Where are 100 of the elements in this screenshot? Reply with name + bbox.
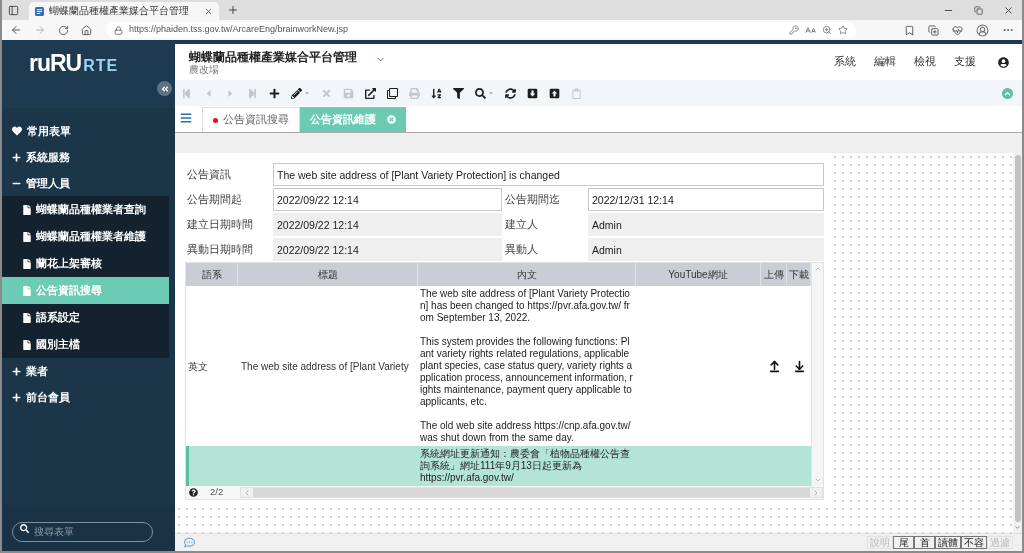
horizontal-scrollbar[interactable] (240, 487, 823, 498)
submenu-item[interactable]: 蘭花上架審核 (2, 250, 169, 277)
scroll-down-icon[interactable] (1014, 524, 1021, 531)
field-label: 建立日期時間 (186, 216, 254, 232)
page-favicon-icon (35, 6, 44, 16)
scrollbar-thumb[interactable] (253, 488, 810, 497)
app-title: 蝴蝶蘭品種權產業媒合平台管理 (189, 49, 357, 64)
document-tab[interactable]: 公告資訊搜尋 (202, 107, 300, 132)
upload-arrow-icon[interactable] (767, 359, 781, 373)
submenu-item[interactable]: 語系設定 (2, 304, 169, 331)
address-field[interactable]: https://phaiden.tss.gov.tw/ArcareEng/brainworkNew.jsp (106, 22, 856, 38)
sidebar-menu-item[interactable]: 常用表單 (2, 118, 169, 144)
heart-pulse-icon[interactable] (952, 24, 963, 36)
page-scrollbar[interactable] (1013, 153, 1022, 533)
content-cell-text: 系統網址更新通知：農委會「植物品種權公告查詢系統」網址111年9月13日起更新為 https://pvr.afa.gov.tw/ (420, 448, 631, 484)
cross-icon (320, 87, 332, 99)
zoom-in-icon[interactable] (822, 25, 832, 35)
restore-icon[interactable] (974, 6, 983, 15)
text-size-icon[interactable] (805, 24, 816, 36)
collapse-sidebar-button[interactable] (157, 81, 172, 96)
submenu-item[interactable]: 蝴蝶蘭品種權業者查詢 (2, 196, 169, 223)
text-field[interactable]: 2022/09/22 12:14 (273, 238, 502, 261)
menu-item[interactable]: 檢視 (914, 54, 936, 70)
content-cell: The web site address of [Plant Variety Protection] has been changed to https://pvr.afa.gov.tw/ from September 13, 2022. This system provides the following functions: Plant variety rights related regulations, applicable plant species, case status query, variety rights application process, announcement information, rights maintenance, payment query applicable to applicants, etc. The old web site address https://cnp.afa.gov.tw/ was shut down from the same day. (420, 288, 634, 444)
sidebar-menu-item[interactable]: 前台會員 (2, 384, 169, 410)
search-icon (474, 87, 486, 99)
table-row[interactable]: 系統網址更新通知：農委會「植物品種權公告查詢系統」網址111年9月13日起更新為 https://pvr.afa.gov.tw/ (186, 446, 811, 486)
browser-tab-title: 蝴蝶蘭品種權產業媒合平台管理 (49, 6, 189, 16)
star-icon[interactable] (838, 25, 848, 35)
document-icon (23, 285, 31, 296)
sidebar-menu-item[interactable]: 系統服務 (2, 144, 169, 170)
status-button[interactable]: 不容 (961, 536, 987, 549)
text-field[interactable]: 2022/09/22 12:14 (273, 213, 502, 236)
bookmark-icon[interactable] (904, 24, 915, 36)
field-label: 公告期間起 (186, 191, 243, 207)
heart-icon (12, 126, 22, 136)
scrollbar-thumb[interactable] (1014, 155, 1021, 522)
key-icon[interactable] (789, 25, 799, 35)
menu-icon[interactable] (180, 112, 192, 124)
text-field[interactable]: Admin (588, 238, 824, 261)
menu-item[interactable]: 系統 (834, 54, 856, 70)
status-button[interactable]: 讀體 (935, 536, 961, 549)
logo-suffix-text: RTE (83, 58, 119, 74)
status-button[interactable]: 尾 (893, 536, 914, 549)
caret-down-icon (487, 90, 494, 96)
chat-bubble-icon[interactable] (184, 537, 195, 548)
browser-tab[interactable]: 蝴蝶蘭品種權產業媒合平台管理 (29, 2, 219, 20)
menu-item[interactable]: 支援 (954, 54, 976, 70)
document-icon (23, 339, 31, 350)
field-label: 異動人 (504, 241, 539, 257)
user-account-icon[interactable] (998, 56, 1009, 68)
copy-icon (386, 87, 398, 99)
submenu-item[interactable]: 蝴蝶蘭品種權業者維護 (2, 223, 169, 250)
text-field[interactable]: 2022/12/31 12:14 (588, 188, 824, 211)
help-icon[interactable] (189, 488, 198, 497)
refresh-icon[interactable] (58, 24, 69, 36)
plus-icon (268, 87, 280, 99)
field-label: 公告期間迄 (504, 191, 561, 207)
copy-plus-icon[interactable] (928, 24, 939, 36)
square-arrow-up-icon (548, 87, 560, 99)
external-link-icon (364, 87, 376, 99)
document-icon (23, 258, 31, 269)
printer-icon (408, 87, 420, 99)
chevron-up-circle-icon[interactable] (1002, 87, 1013, 99)
document-icon (23, 231, 31, 242)
text-field[interactable]: 2022/09/22 12:14 (273, 188, 502, 211)
home-icon[interactable] (81, 24, 92, 36)
sidebar-menu-item[interactable]: 管理人員 (2, 170, 169, 196)
close-icon[interactable] (204, 6, 213, 16)
document-icon (23, 312, 31, 323)
user-avatar-icon[interactable] (976, 23, 989, 37)
skip-to-end-icon (246, 87, 258, 99)
document-icon (23, 204, 31, 215)
pager-text: 2/2 (210, 485, 225, 500)
refresh-icon (504, 87, 516, 99)
square-arrow-down-icon (526, 87, 538, 99)
status-button[interactable]: 首 (914, 536, 935, 549)
status-dot-icon (213, 117, 218, 123)
panel-layout-icon[interactable] (8, 5, 19, 16)
download-arrow-icon[interactable] (792, 359, 806, 373)
filter-icon (452, 87, 464, 99)
language-cell-text: 英文 (188, 359, 208, 374)
field-label: 異動日期時間 (186, 241, 254, 257)
text-field[interactable]: Admin (588, 213, 824, 236)
plus-icon[interactable] (227, 4, 239, 16)
field-label: 建立人 (504, 216, 539, 232)
search-field[interactable]: 搜尋表單 (12, 521, 153, 542)
submenu-item[interactable]: 國別主檔 (2, 331, 169, 358)
text-field[interactable]: The web site address of [Plant Variety Protection] is changed (273, 163, 824, 186)
sort-alpha-icon (430, 87, 442, 99)
skip-to-start-icon (180, 87, 192, 99)
logo-text: ruRU (29, 52, 82, 75)
sidebar-menu-item[interactable]: 業者 (2, 358, 169, 384)
clipboard-icon (570, 87, 582, 99)
field-label: 公告資訊 (186, 166, 232, 182)
back-arrow-icon[interactable] (10, 24, 22, 36)
close-icon[interactable] (1003, 5, 1014, 16)
title-cell-text: The web site address of [Plant Variety (241, 359, 409, 374)
menu-item[interactable]: 編輯 (874, 54, 896, 70)
double-chevron-left-icon (160, 84, 169, 93)
